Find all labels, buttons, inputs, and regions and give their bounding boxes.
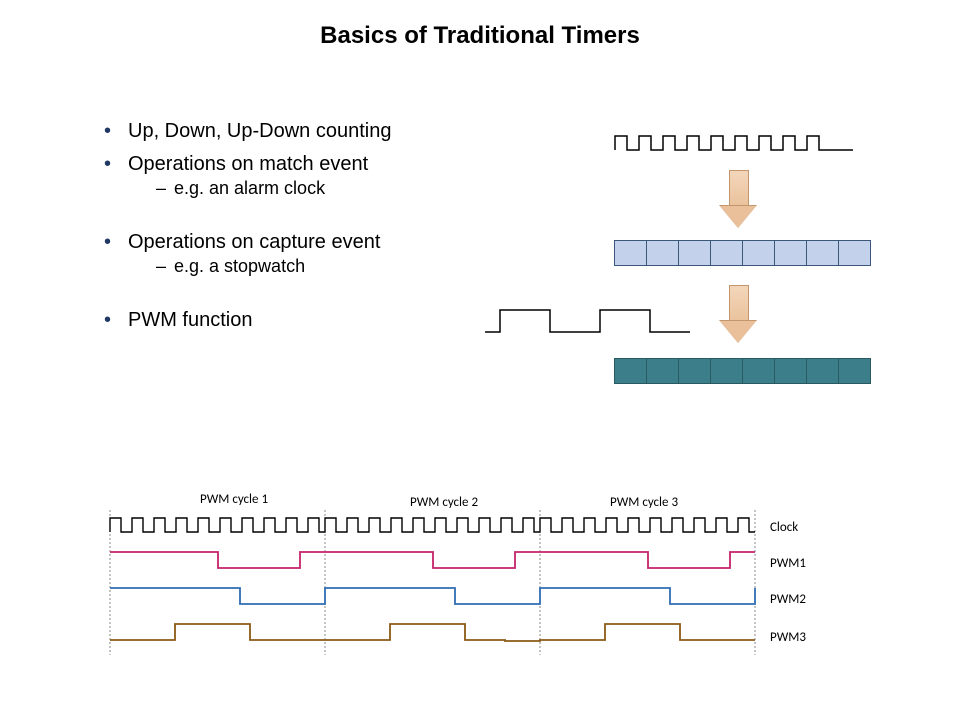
register-cell — [614, 240, 647, 266]
pwm1-row-label: PWM1 — [770, 556, 806, 571]
pwm-waveforms-svg — [100, 510, 820, 660]
register-cell — [838, 358, 871, 384]
arrow-down-icon — [720, 170, 754, 230]
register-cell — [742, 240, 775, 266]
bullet-pwm: PWM function — [100, 309, 520, 332]
fast-clock-waveform — [610, 128, 870, 158]
register-cell — [806, 358, 839, 384]
pwm-timing-diagram: PWM cycle 1 PWM cycle 2 PWM cycle 3 Cloc… — [100, 510, 860, 660]
clock-row-label: Clock — [770, 520, 798, 535]
register-cell — [838, 240, 871, 266]
bullet-capture: Operations on capture event e.g. a stopw… — [100, 231, 520, 277]
bullet-capture-example: e.g. a stopwatch — [156, 256, 520, 277]
bullet-match-example: e.g. an alarm clock — [156, 178, 520, 199]
pwm2-row-label: PWM2 — [770, 592, 806, 607]
register-cell — [678, 240, 711, 266]
slow-waveform — [480, 300, 700, 340]
register-cell — [774, 240, 807, 266]
register-cell — [742, 358, 775, 384]
bullet-match: Operations on match event e.g. an alarm … — [100, 153, 520, 199]
register-cell — [710, 240, 743, 266]
register-cell — [646, 358, 679, 384]
pwm-cycle-1-label: PWM cycle 1 — [200, 492, 268, 507]
register-cell — [806, 240, 839, 266]
register-cell — [774, 358, 807, 384]
bullet-match-text: Operations on match event — [128, 153, 368, 175]
bullet-capture-text: Operations on capture event — [128, 231, 380, 253]
pwm-cycle-2-label: PWM cycle 2 — [410, 495, 478, 510]
arrow-down-icon — [720, 285, 754, 345]
register-cell — [710, 358, 743, 384]
register-cell — [646, 240, 679, 266]
register-cell — [614, 358, 647, 384]
pwm3-row-label: PWM3 — [770, 630, 806, 645]
pwm-cycle-3-label: PWM cycle 3 — [610, 495, 678, 510]
counter-register-light — [615, 240, 871, 266]
counter-register-dark — [615, 358, 871, 384]
page-title: Basics of Traditional Timers — [0, 0, 960, 50]
bullet-counting: Up, Down, Up-Down counting — [100, 120, 520, 143]
register-cell — [678, 358, 711, 384]
bullet-list-region: Up, Down, Up-Down counting Operations on… — [100, 120, 520, 342]
